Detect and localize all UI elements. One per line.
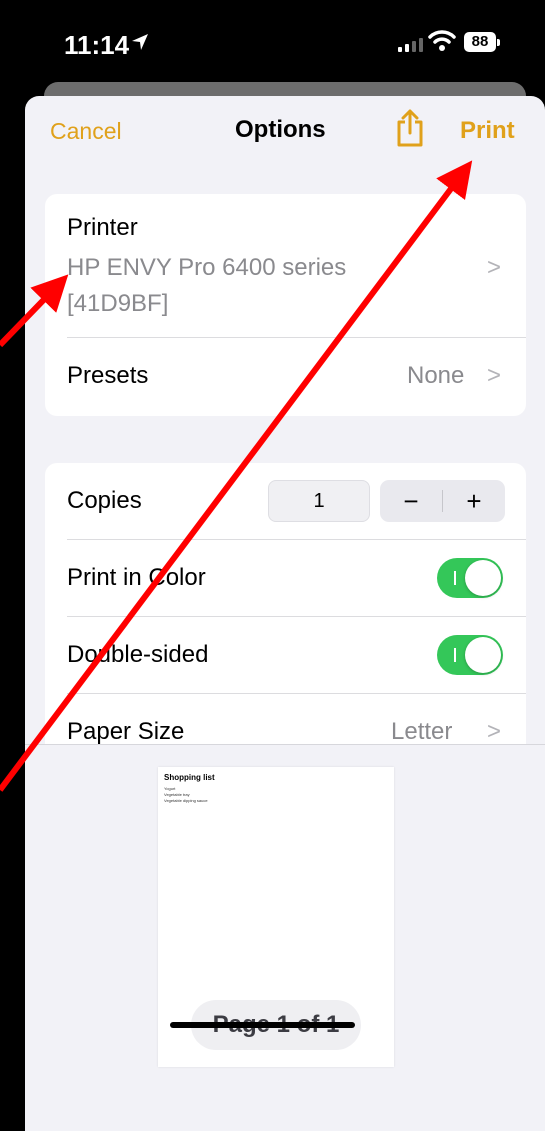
double-sided-row: Double-sided	[45, 617, 526, 693]
copies-stepper[interactable]: − +	[380, 480, 505, 522]
printer-name-id: [41D9BF]	[67, 290, 169, 317]
print-in-color-row: Print in Color	[45, 540, 526, 616]
status-time: 11:14	[64, 30, 130, 60]
document-title: Shopping list	[164, 773, 215, 782]
print-options-sheet: Cancel Options Print Printer HP ENVY Pro…	[25, 96, 545, 1131]
presets-label: Presets	[67, 362, 149, 389]
wifi-icon	[428, 30, 456, 51]
increment-button[interactable]: +	[443, 486, 505, 517]
chevron-right-icon: >	[487, 362, 502, 389]
copies-label: Copies	[67, 487, 142, 514]
copies-input[interactable]: 1	[268, 480, 370, 522]
double-sided-label: Double-sided	[67, 641, 209, 668]
status-bar: 11:14 88	[0, 0, 545, 90]
page-title: Options	[235, 116, 326, 143]
home-indicator	[170, 1022, 355, 1028]
double-sided-toggle[interactable]	[437, 635, 503, 675]
printer-row[interactable]: Printer HP ENVY Pro 6400 series [41D9BF]…	[45, 194, 526, 336]
paper-size-label: Paper Size	[67, 718, 185, 745]
paper-size-value: Letter	[391, 718, 453, 745]
document-line: Vegetable tray	[164, 792, 190, 797]
document-line: Yogurt	[164, 786, 176, 791]
chevron-right-icon: >	[487, 254, 502, 281]
presets-value: None	[407, 362, 465, 389]
printer-settings-group: Printer HP ENVY Pro 6400 series [41D9BF]…	[45, 194, 526, 416]
share-icon[interactable]	[395, 108, 425, 148]
printer-label: Printer	[67, 214, 138, 241]
decrement-button[interactable]: −	[380, 486, 442, 517]
printer-name: HP ENVY Pro 6400 series	[67, 254, 347, 281]
print-options-group: Copies 1 − + Print in Color Double-sided…	[45, 463, 526, 763]
print-in-color-toggle[interactable]	[437, 558, 503, 598]
document-line: Vegetable dipping sauce	[164, 798, 208, 803]
cellular-signal-icon	[398, 38, 423, 52]
print-preview-area: Shopping list Yogurt Vegetable tray Vege…	[25, 744, 545, 1131]
print-button[interactable]: Print	[460, 117, 515, 145]
copies-row: Copies 1 − +	[45, 463, 526, 539]
chevron-right-icon: >	[487, 718, 502, 745]
nav-bar: Cancel Options Print	[25, 96, 545, 176]
battery-indicator: 88	[464, 32, 500, 52]
presets-row[interactable]: Presets None >	[45, 338, 526, 416]
print-in-color-label: Print in Color	[67, 564, 206, 591]
location-arrow-icon	[132, 34, 148, 50]
cancel-button[interactable]: Cancel	[50, 118, 122, 145]
